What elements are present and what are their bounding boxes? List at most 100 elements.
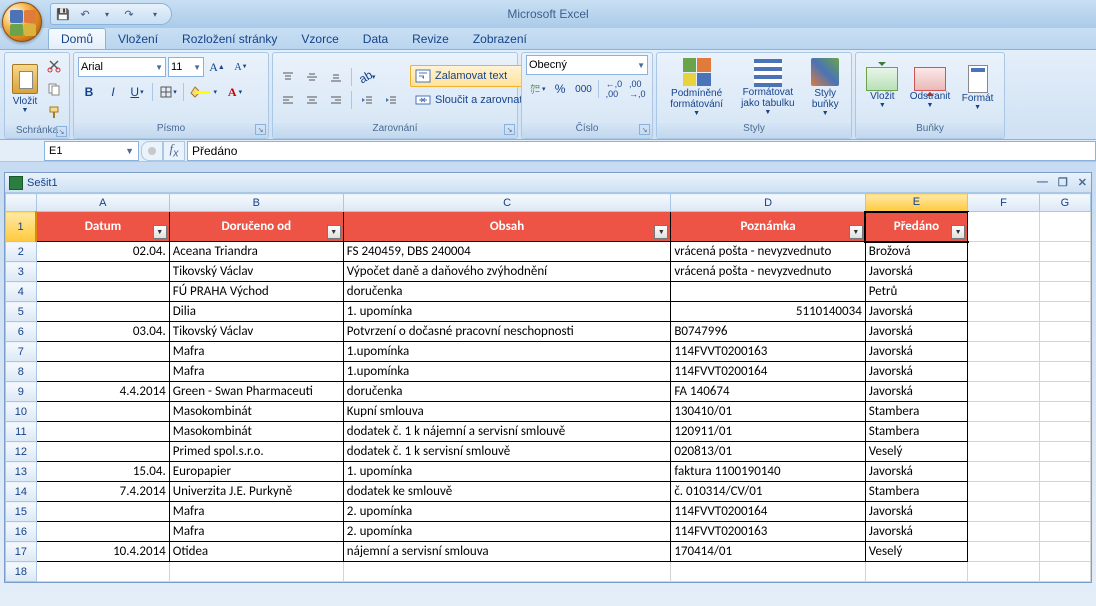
cell-E9[interactable]: Javorská — [865, 382, 967, 402]
cell-E18[interactable] — [865, 562, 967, 582]
decrease-indent-button[interactable] — [356, 89, 378, 111]
cell-B2[interactable]: Aceana Triandra — [169, 242, 343, 262]
align-right-button[interactable] — [325, 89, 347, 111]
cell-F11[interactable] — [968, 422, 1040, 442]
format-cells-button[interactable]: Formát▼ — [955, 55, 1000, 121]
cell-D14[interactable]: č. 010314/CV/01 — [671, 482, 865, 502]
format-as-table-button[interactable]: Formátovat jako tabulku▼ — [732, 55, 803, 121]
decrease-decimal-button[interactable]: ,00→,0 — [627, 78, 648, 100]
cell-D6[interactable]: B0747996 — [671, 322, 865, 342]
cell-F6[interactable] — [968, 322, 1040, 342]
cell-F10[interactable] — [968, 402, 1040, 422]
font-size-input[interactable] — [171, 59, 193, 75]
cell-B9[interactable]: Green - Swan Pharmaceuti — [169, 382, 343, 402]
filter-dropdown-D[interactable]: ▼ — [849, 225, 863, 239]
close-window-button[interactable]: ✕ — [1078, 176, 1087, 189]
tab-revize[interactable]: Revize — [400, 29, 461, 49]
qat-customize-icon[interactable]: ▾ — [147, 6, 163, 22]
formula-input[interactable]: Předáno — [187, 141, 1096, 161]
cell-G3[interactable] — [1039, 262, 1090, 282]
format-painter-button[interactable] — [43, 101, 65, 123]
cell-C4[interactable]: doručenka — [343, 282, 671, 302]
cell-G15[interactable] — [1039, 502, 1090, 522]
cell-D3[interactable]: vrácená pošta - nevyzvednuto — [671, 262, 865, 282]
col-header-F[interactable]: F — [968, 194, 1040, 212]
cell-B17[interactable]: Otidea — [169, 542, 343, 562]
cell-A13[interactable]: 15.04. — [36, 462, 169, 482]
cell-F4[interactable] — [968, 282, 1040, 302]
accounting-button[interactable]: ㌍▾ — [526, 78, 547, 100]
cell-F7[interactable] — [968, 342, 1040, 362]
cell-G5[interactable] — [1039, 302, 1090, 322]
cell-B16[interactable]: Mafra — [169, 522, 343, 542]
cell-G11[interactable] — [1039, 422, 1090, 442]
row-header-2[interactable]: 2 — [6, 242, 37, 262]
tab-domů[interactable]: Domů — [48, 28, 106, 49]
header-cell-B[interactable]: Doručeno od▼ — [169, 212, 343, 242]
cell-A14[interactable]: 7.4.2014 — [36, 482, 169, 502]
cell-B10[interactable]: Masokombinát — [169, 402, 343, 422]
cell-C6[interactable]: Potvrzení o dočasné pracovní neschopnost… — [343, 322, 671, 342]
row-header-9[interactable]: 9 — [6, 382, 37, 402]
cell-C14[interactable]: dodatek ke smlouvě — [343, 482, 671, 502]
cell-E7[interactable]: Javorská — [865, 342, 967, 362]
row-header-1[interactable]: 1 — [6, 212, 37, 242]
cell-G12[interactable] — [1039, 442, 1090, 462]
cell-G10[interactable] — [1039, 402, 1090, 422]
cell-G14[interactable] — [1039, 482, 1090, 502]
cell-B5[interactable]: Dilia — [169, 302, 343, 322]
font-name-combo[interactable]: ▼ — [78, 57, 166, 77]
comma-button[interactable]: 000 — [573, 78, 594, 100]
cell-D12[interactable]: 020813/01 — [671, 442, 865, 462]
cell-A4[interactable] — [36, 282, 169, 302]
align-top-button[interactable] — [277, 66, 299, 88]
align-middle-button[interactable] — [301, 66, 323, 88]
cell-F8[interactable] — [968, 362, 1040, 382]
cell-B18[interactable] — [169, 562, 343, 582]
cell-E4[interactable]: Petrů — [865, 282, 967, 302]
cell-F2[interactable] — [968, 242, 1040, 262]
cell-E3[interactable]: Javorská — [865, 262, 967, 282]
cell-G16[interactable] — [1039, 522, 1090, 542]
row-header-10[interactable]: 10 — [6, 402, 37, 422]
cell-A8[interactable] — [36, 362, 169, 382]
font-color-button[interactable]: A▾ — [220, 81, 250, 103]
cell-D4[interactable] — [671, 282, 865, 302]
row-header-15[interactable]: 15 — [6, 502, 37, 522]
number-format-combo[interactable]: Obecný▼ — [526, 55, 648, 75]
font-name-input[interactable] — [81, 59, 155, 75]
cell-F13[interactable] — [968, 462, 1040, 482]
fx-button[interactable]: fx — [163, 141, 185, 161]
name-box[interactable]: E1▼ — [44, 141, 139, 161]
row-header-6[interactable]: 6 — [6, 322, 37, 342]
cell-D7[interactable]: 114FVVT0200163 — [671, 342, 865, 362]
shrink-font-button[interactable]: A▼ — [230, 56, 252, 78]
copy-button[interactable] — [43, 78, 65, 100]
align-left-button[interactable] — [277, 89, 299, 111]
cell-D9[interactable]: FA 140674 — [671, 382, 865, 402]
cell-G2[interactable] — [1039, 242, 1090, 262]
cell-E12[interactable]: Veselý — [865, 442, 967, 462]
cell-C17[interactable]: nájemní a servisní smlouva — [343, 542, 671, 562]
cell-G4[interactable] — [1039, 282, 1090, 302]
cell-A2[interactable]: 02.04. — [36, 242, 169, 262]
row-header-8[interactable]: 8 — [6, 362, 37, 382]
row-header-7[interactable]: 7 — [6, 342, 37, 362]
col-header-B[interactable]: B — [169, 194, 343, 212]
cell-D15[interactable]: 114FVVT0200164 — [671, 502, 865, 522]
italic-button[interactable]: I — [102, 81, 124, 103]
cell-B3[interactable]: Tikovský Václav — [169, 262, 343, 282]
cell-C11[interactable]: dodatek č. 1 k nájemní a servisní smlouv… — [343, 422, 671, 442]
cell-A9[interactable]: 4.4.2014 — [36, 382, 169, 402]
cell-F3[interactable] — [968, 262, 1040, 282]
insert-cells-button[interactable]: Vložit▼ — [860, 55, 905, 121]
cell-F9[interactable] — [968, 382, 1040, 402]
row-header-13[interactable]: 13 — [6, 462, 37, 482]
undo-icon[interactable]: ↶ — [77, 6, 93, 22]
cell-G13[interactable] — [1039, 462, 1090, 482]
cell-B12[interactable]: Primed spol.s.r.o. — [169, 442, 343, 462]
cell-C5[interactable]: 1. upomínka — [343, 302, 671, 322]
clipboard-launcher[interactable]: ↘ — [56, 126, 67, 137]
col-header-C[interactable]: C — [343, 194, 671, 212]
cell-G7[interactable] — [1039, 342, 1090, 362]
